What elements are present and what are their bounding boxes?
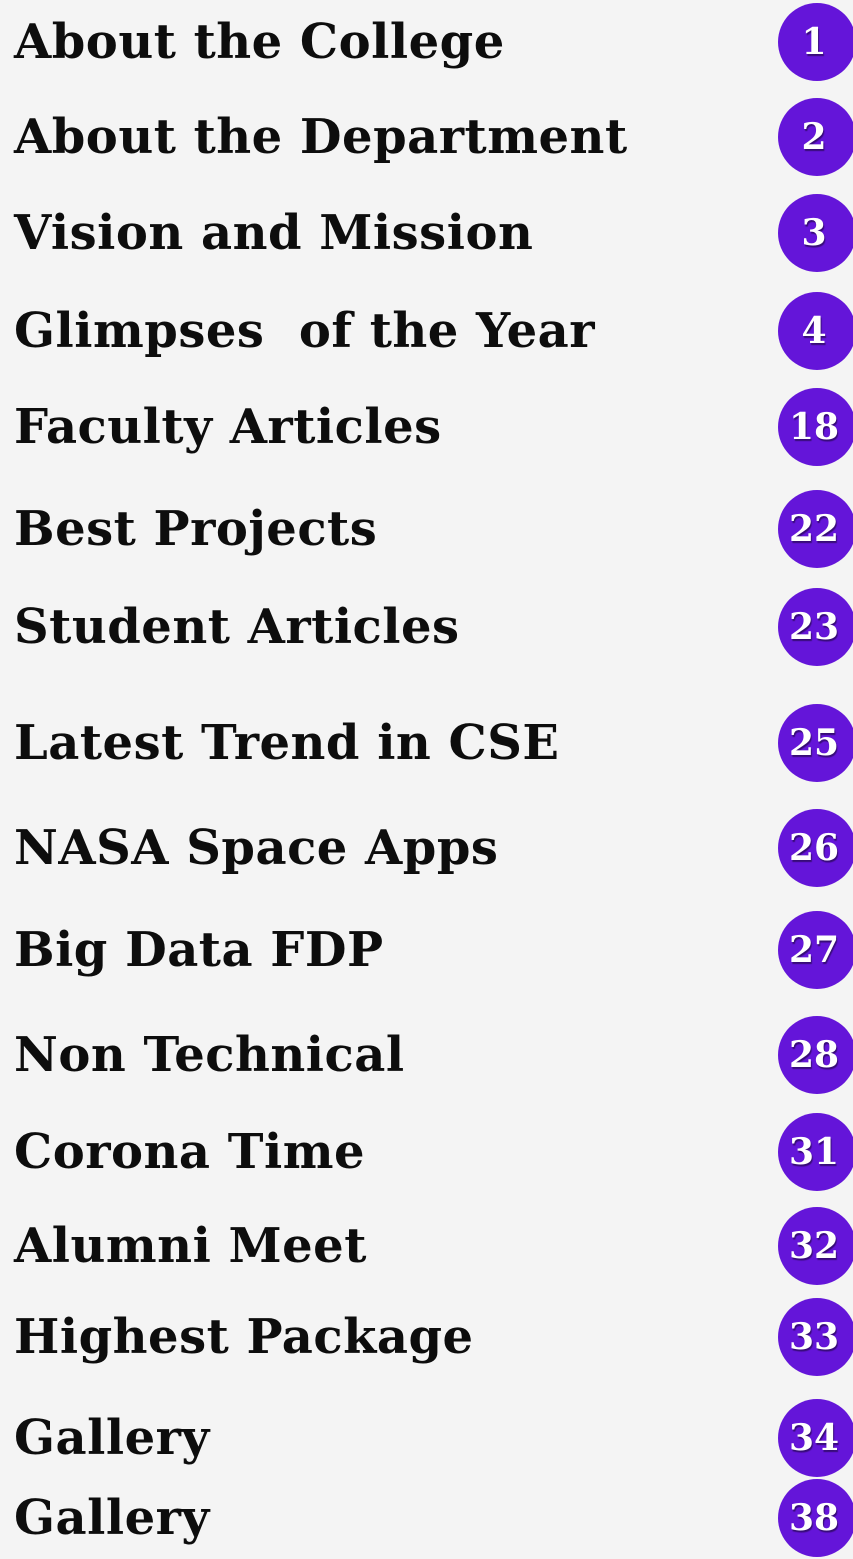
toc-entry-title: Best Projects — [14, 501, 378, 557]
toc-entry[interactable]: Gallery 34 — [0, 1398, 853, 1478]
toc-entry[interactable]: Faculty Articles 18 — [0, 387, 853, 467]
toc-entry[interactable]: About the College 1 — [0, 2, 853, 82]
page-number: 31 — [788, 1131, 840, 1173]
page-number: 32 — [788, 1225, 840, 1267]
toc-entry-title: Big Data FDP — [14, 922, 384, 978]
toc-entry[interactable]: Vision and Mission 3 — [0, 193, 853, 273]
page-number-badge: 25 — [778, 704, 853, 782]
toc-entry-title: Vision and Mission — [14, 205, 534, 261]
toc-entry[interactable]: Glimpses of the Year 4 — [0, 291, 853, 371]
toc-entry-title: NASA Space Apps — [14, 820, 499, 876]
page-number: 1 — [801, 21, 827, 63]
toc-entry-title: Gallery — [14, 1410, 210, 1466]
page-number: 27 — [788, 929, 840, 971]
toc-entry-title: About the Department — [14, 109, 628, 165]
page-number: 26 — [788, 827, 840, 869]
page-number-badge: 38 — [778, 1479, 853, 1557]
page-number-badge: 32 — [778, 1207, 853, 1285]
page-number: 2 — [801, 116, 827, 158]
page-number: 3 — [801, 212, 827, 254]
page-number-badge: 27 — [778, 911, 853, 989]
page-number: 28 — [788, 1034, 840, 1076]
toc-entry[interactable]: Non Technical 28 — [0, 1015, 853, 1095]
toc-entry-title: Corona Time — [14, 1124, 366, 1180]
page-number-badge: 3 — [778, 194, 853, 272]
page-number-badge: 23 — [778, 588, 853, 666]
toc-entry[interactable]: Highest Package 33 — [0, 1297, 853, 1377]
toc-entry-title: Non Technical — [14, 1027, 405, 1083]
toc-entry-title: Highest Package — [14, 1309, 474, 1365]
page-number-badge: 1 — [778, 3, 853, 81]
page-number: 33 — [788, 1316, 840, 1358]
toc-entry[interactable]: NASA Space Apps 26 — [0, 808, 853, 888]
page-number: 34 — [788, 1417, 840, 1459]
page-number-badge: 22 — [778, 490, 853, 568]
toc-entry-title: Gallery — [14, 1490, 210, 1546]
page-number-badge: 28 — [778, 1016, 853, 1094]
toc-entry[interactable]: Latest Trend in CSE 25 — [0, 703, 853, 783]
toc-entry[interactable]: Best Projects 22 — [0, 489, 853, 569]
toc-entry-title: Glimpses of the Year — [14, 303, 596, 359]
page-number: 23 — [788, 606, 840, 648]
page-number-badge: 33 — [778, 1298, 853, 1376]
page-number: 18 — [788, 406, 840, 448]
toc-entry[interactable]: Alumni Meet 32 — [0, 1206, 853, 1286]
toc-entry-title: About the College — [14, 14, 505, 70]
toc-entry-title: Latest Trend in CSE — [14, 715, 560, 771]
page-number: 38 — [788, 1497, 840, 1539]
toc-entry[interactable]: Big Data FDP 27 — [0, 910, 853, 990]
table-of-contents: About the College 1 About the Department… — [0, 0, 853, 1559]
toc-entry-title: Student Articles — [14, 599, 460, 655]
page-number-badge: 31 — [778, 1113, 853, 1191]
page-number: 4 — [801, 310, 827, 352]
page-number: 22 — [788, 508, 840, 550]
toc-entry-title: Alumni Meet — [14, 1218, 367, 1274]
toc-entry[interactable]: Corona Time 31 — [0, 1112, 853, 1192]
page-number-badge: 2 — [778, 98, 853, 176]
page-number-badge: 4 — [778, 292, 853, 370]
page-number-badge: 18 — [778, 388, 853, 466]
page-number-badge: 34 — [778, 1399, 853, 1477]
toc-entry[interactable]: Gallery 38 — [0, 1478, 853, 1558]
page-number-badge: 26 — [778, 809, 853, 887]
toc-entry-title: Faculty Articles — [14, 399, 442, 455]
page-number: 25 — [788, 722, 840, 764]
toc-entry[interactable]: About the Department 2 — [0, 97, 853, 177]
toc-entry[interactable]: Student Articles 23 — [0, 587, 853, 667]
